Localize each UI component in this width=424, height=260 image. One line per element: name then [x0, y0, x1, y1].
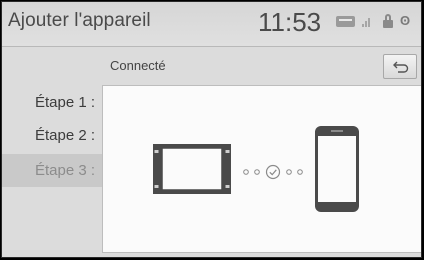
- step-1-label: Étape 1 :: [35, 94, 96, 111]
- screen: Ajouter l'appareil 11:53 ʘ Connecté Étap…: [0, 0, 424, 260]
- step-3-label: Étape 3 :: [35, 162, 96, 179]
- connection-status-label: Connecté: [110, 58, 166, 73]
- step-2-label: Étape 2 :: [35, 127, 96, 144]
- smartphone-icon: [315, 126, 359, 212]
- signal-icon: [362, 15, 376, 27]
- status-icons: ʘ: [336, 13, 410, 29]
- app-window: Ajouter l'appareil 11:53 ʘ Connecté Étap…: [1, 1, 422, 258]
- back-arrow-icon: [393, 61, 409, 73]
- link-dots-left: [243, 169, 260, 175]
- lock-icon: [383, 14, 393, 28]
- clock: 11:53: [258, 7, 322, 37]
- dcm-icon: [336, 15, 355, 27]
- page-title: Ajouter l'appareil: [8, 10, 151, 31]
- link-dots-right: [286, 169, 303, 175]
- connection-diagram: [153, 126, 359, 212]
- header-divider: [2, 46, 421, 47]
- bluetooth-icon: ʘ: [400, 13, 411, 28]
- connected-check-icon: [265, 164, 281, 180]
- back-button[interactable]: [383, 54, 417, 79]
- connection-diagram-panel: [102, 85, 421, 253]
- car-head-unit-icon: [153, 144, 231, 194]
- header-bar: Ajouter l'appareil 11:53 ʘ: [2, 2, 421, 46]
